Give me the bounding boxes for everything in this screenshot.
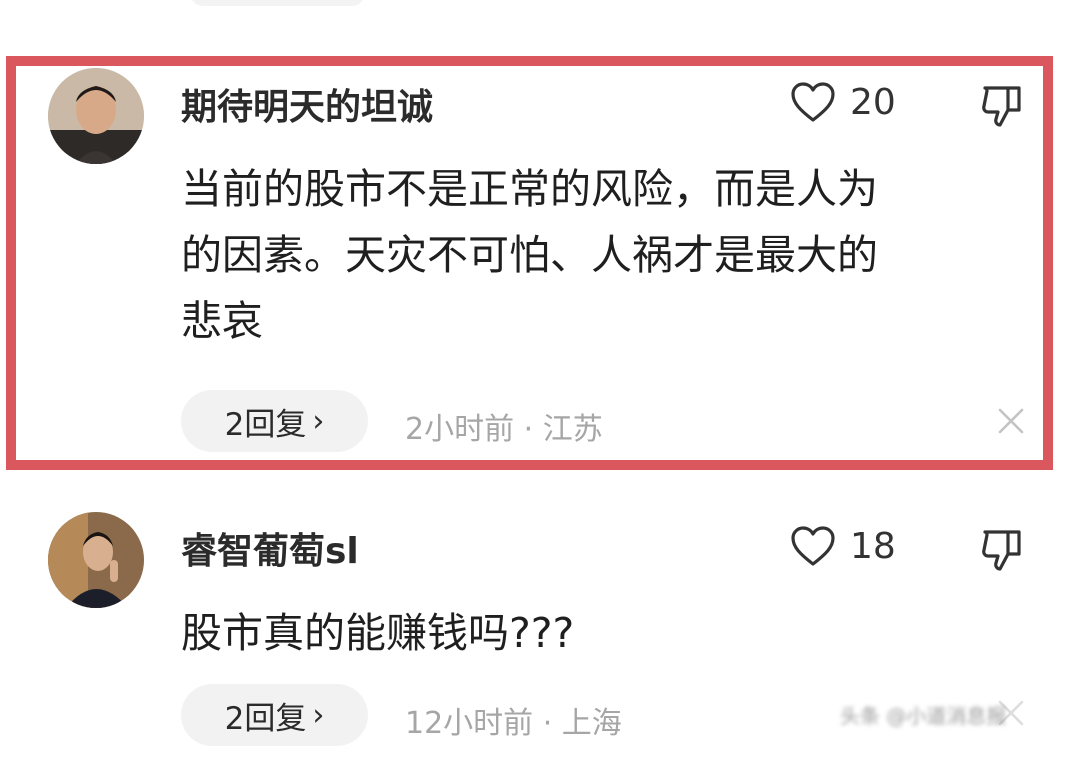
chevron-right-icon: › bbox=[312, 403, 325, 439]
comment-meta: 12小时前 · 上海 bbox=[405, 706, 622, 741]
avatar[interactable] bbox=[48, 512, 144, 608]
comment-line: 股市真的能赚钱吗??? bbox=[181, 609, 575, 657]
heart-icon bbox=[791, 526, 835, 566]
replies-button[interactable]: 2回复 › bbox=[181, 684, 368, 746]
username[interactable]: 睿智葡萄sl bbox=[181, 522, 359, 574]
avatar[interactable] bbox=[48, 68, 144, 164]
comment-text: 股市真的能赚钱吗??? bbox=[181, 600, 574, 666]
comment-line: 当前的股市不是正常的风险，而是人为 bbox=[181, 165, 878, 213]
comment-item: 期待明天的坦诚 20 当前的股市不是正常的风险，而是人为 的因素。天灾不可怕、人… bbox=[0, 68, 1080, 468]
like-button[interactable]: 18 bbox=[790, 522, 896, 570]
dislike-button[interactable] bbox=[978, 82, 1026, 130]
thumb-down-icon bbox=[982, 530, 1021, 571]
comment-text: 当前的股市不是正常的风险，而是人为 的因素。天灾不可怕、人祸才是最大的 悲哀 bbox=[181, 156, 878, 354]
replies-label: 2回复 bbox=[224, 700, 307, 737]
close-icon[interactable] bbox=[996, 406, 1026, 436]
comment-meta: 2小时前 · 江苏 bbox=[405, 412, 603, 447]
dislike-button[interactable] bbox=[978, 526, 1026, 574]
thumb-down-icon bbox=[982, 86, 1021, 127]
replies-button[interactable]: 2回复 › bbox=[181, 390, 368, 452]
replies-label: 2回复 bbox=[224, 406, 307, 443]
comment-line: 的因素。天灾不可怕、人祸才是最大的 bbox=[181, 231, 878, 279]
chevron-right-icon: › bbox=[312, 697, 325, 733]
like-button[interactable]: 20 bbox=[790, 78, 896, 126]
username[interactable]: 期待明天的坦诚 bbox=[181, 78, 433, 130]
heart-icon bbox=[791, 82, 835, 122]
like-count: 18 bbox=[850, 525, 896, 567]
previous-reply-pill-stub bbox=[190, 0, 365, 6]
comment-line: 悲哀 bbox=[181, 297, 263, 345]
like-count: 20 bbox=[850, 81, 896, 123]
watermark: 头条 @小道消息报 bbox=[840, 704, 1007, 728]
